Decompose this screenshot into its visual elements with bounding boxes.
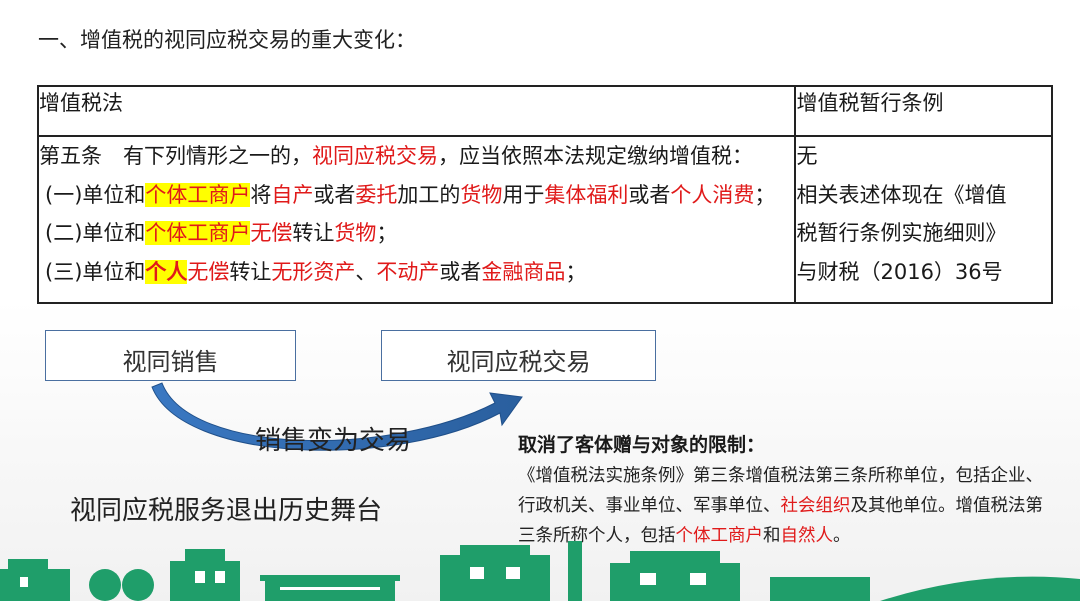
text-segment: 或者 bbox=[313, 182, 356, 207]
regulation-line: 与财税（2016）36号 bbox=[796, 259, 1003, 284]
slide-title: 一、增值税的视同应税交易的重大变化： bbox=[38, 28, 416, 52]
emphasized-term: 无偿 bbox=[250, 221, 293, 245]
text-segment: 转让 bbox=[292, 221, 335, 245]
table-header-row: 增值税法 增值税暂行条例 bbox=[36, 85, 1053, 137]
text-segment: (二)单位和 bbox=[45, 221, 146, 245]
vat-law-cell: 第五条 有下列情形之一的，视同应税交易，应当依照本法规定缴纳增值税： (一)单位… bbox=[36, 135, 797, 304]
deemed-sales-box: 视同销售 bbox=[45, 330, 296, 381]
transition-label: 销售变为交易 bbox=[255, 426, 412, 456]
text-segment: 用于 bbox=[502, 182, 545, 207]
text-segment: 或者 bbox=[439, 259, 482, 284]
emphasized-term: 集体福利 bbox=[544, 182, 629, 207]
emphasized-term: 个人消费 bbox=[670, 182, 755, 207]
emphasized-term: 视同应税交易 bbox=[312, 144, 438, 168]
text-segment: ； bbox=[565, 259, 587, 284]
text-segment: 第五条 有下列情形之一的， bbox=[39, 144, 312, 168]
text-segment: ，应当依照本法规定缴纳增值税： bbox=[438, 144, 753, 168]
emphasized-term: 自产 bbox=[271, 182, 314, 207]
emphasized-term: 无偿 bbox=[187, 259, 230, 284]
law-line: (二)单位和个体工商户无偿转让货物； bbox=[39, 214, 794, 253]
emphasized-term: 货物 bbox=[334, 221, 377, 245]
comparison-table: 增值税法 增值税暂行条例 第五条 有下列情形之一的，视同应税交易，应当依照本法规… bbox=[36, 85, 1053, 304]
skyline-decoration-icon bbox=[0, 541, 1080, 601]
note-body: 《增值税法实施条例》第三条增值税法第三条所称单位，包括企业、行政机关、事业单位、… bbox=[518, 461, 1058, 551]
deemed-taxable-transaction-box: 视同应税交易 bbox=[381, 330, 656, 381]
text-segment: 、 bbox=[355, 259, 377, 284]
emphasized-term: 不动产 bbox=[376, 259, 440, 284]
note-title: 取消了客体赠与对象的限制： bbox=[518, 434, 766, 456]
header-vat-law: 增值税法 bbox=[36, 85, 797, 137]
header-vat-regulation: 增值税暂行条例 bbox=[794, 85, 1053, 137]
table-body-row: 第五条 有下列情形之一的，视同应税交易，应当依照本法规定缴纳增值税： (一)单位… bbox=[36, 135, 1053, 304]
regulation-line: 无 bbox=[796, 144, 818, 168]
emphasized-term: 个体工商户 bbox=[145, 221, 251, 245]
vat-regulation-cell: 无 相关表述体现在《增值 税暂行条例实施细则》 与财税（2016）36号 bbox=[794, 135, 1053, 304]
text-segment: 或者 bbox=[628, 182, 671, 207]
regulation-line: 税暂行条例实施细则》 bbox=[796, 221, 1007, 245]
emphasized-term: 社会组织 bbox=[780, 496, 851, 516]
text-segment: (三)单位和 bbox=[45, 259, 146, 284]
text-segment: ； bbox=[376, 221, 398, 245]
law-line: (三)单位和个人无偿转让无形资产、不动产或者金融商品； bbox=[39, 253, 794, 292]
text-segment: 转让 bbox=[229, 259, 272, 284]
emphasized-term: 委托 bbox=[355, 182, 398, 207]
text-segment: (一)单位和 bbox=[45, 182, 146, 207]
emphasized-term: 个人 bbox=[145, 259, 188, 284]
law-line: 第五条 有下列情形之一的，视同应税交易，应当依照本法规定缴纳增值税： bbox=[39, 137, 794, 176]
emphasized-term: 货物 bbox=[460, 182, 503, 207]
text-segment: ； bbox=[754, 182, 776, 207]
emphasized-term: 金融商品 bbox=[481, 259, 566, 284]
regulation-line: 相关表述体现在《增值 bbox=[796, 182, 1007, 207]
emphasized-term: 无形资产 bbox=[271, 259, 356, 284]
text-segment: 加工的 bbox=[397, 182, 461, 207]
text-segment: 将 bbox=[250, 182, 272, 207]
emphasized-term: 个体工商户 bbox=[145, 182, 251, 207]
law-line: (一)单位和个体工商户将自产或者委托加工的货物用于集体福利或者个人消费； bbox=[39, 176, 794, 215]
exit-label: 视同应税服务退出历史舞台 bbox=[70, 496, 383, 526]
